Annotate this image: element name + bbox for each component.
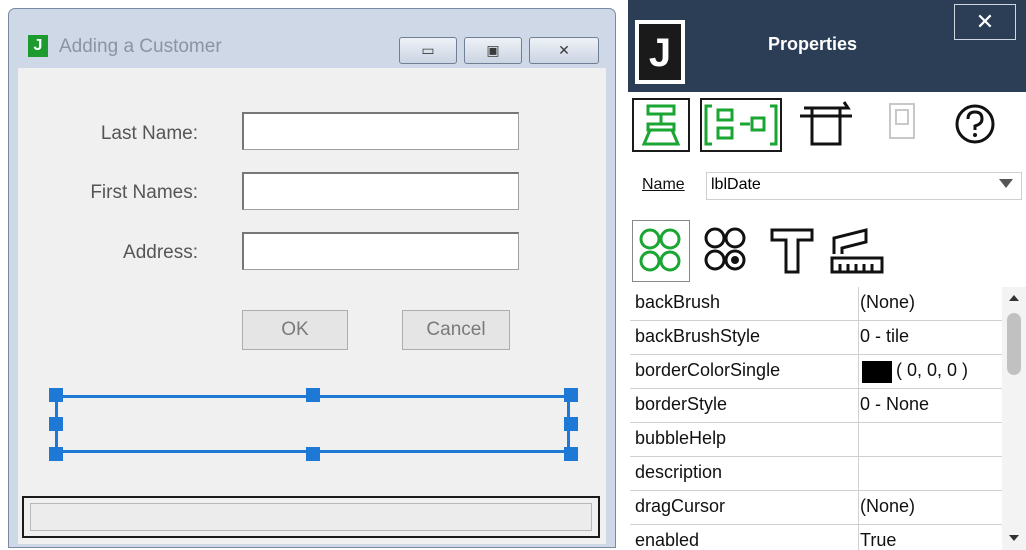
copy-icon bbox=[889, 103, 915, 139]
resize-handle-bottom-middle[interactable] bbox=[306, 447, 320, 461]
scroll-up-arrow-icon[interactable] bbox=[1009, 295, 1019, 301]
property-name: backBrushStyle bbox=[635, 326, 761, 346]
address-label: Address: bbox=[123, 242, 198, 263]
jade-logo: J bbox=[635, 20, 685, 84]
pin-icon bbox=[641, 104, 681, 146]
address-input[interactable] bbox=[242, 232, 519, 270]
property-value: 0 - None bbox=[860, 394, 930, 414]
property-value: (None) bbox=[860, 496, 916, 516]
property-row-dragcursor[interactable]: dragCursor (None) bbox=[630, 491, 1002, 525]
status-bar bbox=[22, 496, 600, 538]
text-tab-icon bbox=[770, 228, 814, 274]
properties-panel: J Properties ✕ Name lblDate backBrush (N… bbox=[628, 0, 1026, 550]
resize-handle-middle-right[interactable] bbox=[564, 417, 578, 431]
property-row-description[interactable]: description bbox=[630, 457, 1002, 491]
text-tab[interactable] bbox=[764, 220, 822, 282]
first-names-label: First Names: bbox=[90, 182, 198, 203]
property-row-borderstyle[interactable]: borderStyle 0 - None bbox=[630, 389, 1002, 423]
app-icon: J bbox=[28, 35, 48, 57]
resize-handle-top-middle[interactable] bbox=[306, 388, 320, 402]
property-name: borderColorSingle bbox=[635, 360, 781, 380]
property-category-tabs bbox=[628, 214, 1026, 288]
delete-button[interactable] bbox=[790, 98, 862, 152]
properties-tab[interactable] bbox=[632, 220, 690, 282]
last-name-input[interactable] bbox=[242, 112, 519, 150]
property-row-backbrush[interactable]: backBrush (None) bbox=[630, 287, 1002, 321]
status-bar-field bbox=[30, 503, 592, 531]
name-value: lblDate bbox=[711, 176, 761, 193]
trash-icon bbox=[800, 101, 852, 146]
property-name: borderStyle bbox=[635, 394, 728, 414]
scrollbar-thumb[interactable] bbox=[1007, 313, 1021, 375]
selected-label-lbldate[interactable] bbox=[55, 395, 570, 453]
property-name: description bbox=[635, 462, 723, 482]
cancel-button[interactable]: Cancel bbox=[402, 310, 510, 350]
last-name-label: Last Name: bbox=[100, 123, 198, 144]
chevron-down-icon[interactable] bbox=[999, 179, 1013, 188]
jade-logo-letter: J bbox=[639, 24, 681, 80]
minimize-button[interactable]: ▭ bbox=[399, 37, 457, 64]
maximize-button[interactable]: ▣ bbox=[464, 37, 522, 64]
property-value: True bbox=[860, 530, 897, 550]
align-button[interactable] bbox=[700, 98, 782, 152]
resize-handle-bottom-right[interactable] bbox=[564, 447, 578, 461]
resize-handle-top-right[interactable] bbox=[564, 388, 578, 402]
property-row-bordercolorsingle[interactable]: borderColorSingle ( 0, 0, 0 ) bbox=[630, 355, 1002, 389]
properties-title: Properties bbox=[768, 34, 858, 54]
property-name: dragCursor bbox=[635, 496, 726, 516]
help-icon bbox=[955, 104, 995, 144]
layout-tab-icon bbox=[830, 228, 884, 274]
name-bar: Name lblDate bbox=[632, 172, 1024, 202]
help-button[interactable] bbox=[944, 98, 1006, 152]
resize-handle-bottom-left[interactable] bbox=[49, 447, 63, 461]
events-tab-icon bbox=[704, 227, 746, 271]
property-name: bubbleHelp bbox=[635, 428, 727, 448]
resize-handle-top-left[interactable] bbox=[49, 388, 63, 402]
scroll-down-arrow-icon[interactable] bbox=[1009, 535, 1019, 541]
property-grid: backBrush (None) backBrushStyle 0 - tile… bbox=[630, 287, 1026, 550]
property-name: backBrush bbox=[635, 292, 721, 312]
pin-button[interactable] bbox=[632, 98, 690, 152]
property-row-enabled[interactable]: enabled True bbox=[630, 525, 1002, 550]
property-value: 0 - tile bbox=[860, 326, 910, 346]
property-value: ( 0, 0, 0 ) bbox=[896, 360, 969, 380]
property-row-bubblehelp[interactable]: bubbleHelp bbox=[630, 423, 1002, 457]
color-swatch bbox=[862, 361, 892, 383]
layout-tab[interactable] bbox=[826, 220, 888, 282]
events-tab[interactable] bbox=[698, 220, 756, 282]
close-button[interactable]: ✕ bbox=[529, 37, 599, 64]
property-name: enabled bbox=[635, 530, 700, 550]
resize-handle-middle-left[interactable] bbox=[49, 417, 63, 431]
name-label: Name bbox=[642, 176, 685, 193]
window-title: Adding a Customer bbox=[59, 36, 222, 57]
copy-button[interactable] bbox=[876, 98, 932, 152]
properties-toolbar bbox=[628, 92, 1026, 160]
ok-button[interactable]: OK bbox=[242, 310, 348, 350]
properties-close-button[interactable]: ✕ bbox=[954, 4, 1016, 40]
vertical-scrollbar[interactable] bbox=[1002, 287, 1026, 550]
name-combobox[interactable]: lblDate bbox=[706, 172, 1022, 200]
first-names-input[interactable] bbox=[242, 172, 519, 210]
properties-tab-icon bbox=[639, 228, 681, 272]
property-row-backbrushstyle[interactable]: backBrushStyle 0 - tile bbox=[630, 321, 1002, 355]
property-value: (None) bbox=[860, 292, 916, 312]
align-icon bbox=[704, 104, 778, 146]
form-client-area: Last Name: First Names: Address: OK Canc… bbox=[18, 68, 606, 544]
